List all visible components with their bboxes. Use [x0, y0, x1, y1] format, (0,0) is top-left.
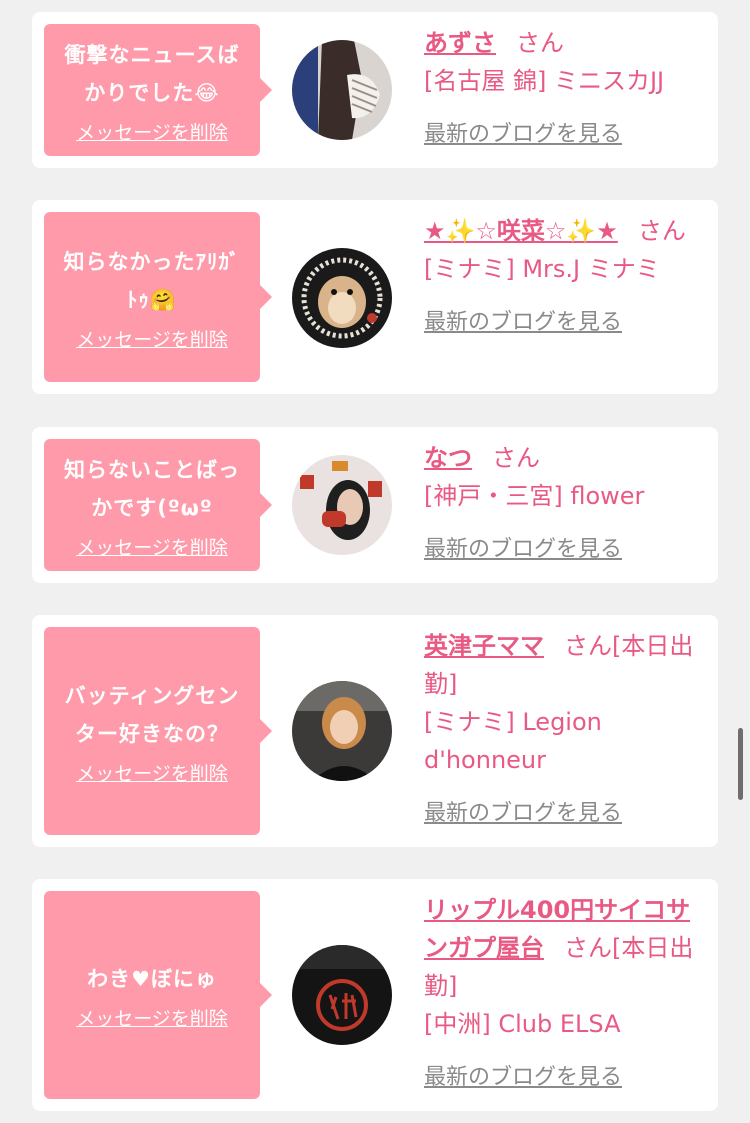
honorific: さん [564, 934, 612, 962]
avatar[interactable] [292, 248, 392, 348]
cast-info: あずさ さん [名古屋 錦] ミニスカJJ 最新のブログを見る [424, 24, 694, 154]
message-card: 知らないことばっ かです(ºωº メッセージを削除 なつ さん [神戸・三宮] fl… [32, 427, 718, 583]
cast-info: リップル400円サイコサンガプ屋台 さん[本日出勤] [中洲] Club ELSA… [424, 891, 694, 1097]
message-bubble: 衝撃なニュースば かりでした😂 メッセージを削除 [44, 24, 272, 156]
latest-blog-link[interactable]: 最新のブログを見る [424, 304, 694, 342]
cast-name-link[interactable]: ★✨☆咲菜☆✨★ [424, 217, 618, 245]
honorific: さん [492, 444, 540, 472]
delete-message-link[interactable]: メッセージを削除 [76, 118, 228, 145]
message-text: わき♥ぼにゅ [87, 966, 217, 991]
shop-area: [中洲] Club ELSA [424, 1010, 621, 1038]
woman-hiding-face-photo-icon [292, 40, 392, 140]
message-card: 知らなかったｱﾘｶﾞ ﾄｩ🤗 メッセージを削除 ★✨☆咲菜☆✨★ さん [ミナミ] … [32, 200, 718, 394]
delete-message-link[interactable]: メッセージを削除 [76, 759, 228, 786]
message-card: わき♥ぼにゅ メッセージを削除 リップル400円サイコサンガプ屋台 さん[本日出勤… [32, 879, 718, 1111]
message-bubble: バッティングセン ター好きなの？ メッセージを削除 [44, 627, 272, 835]
woman-with-mask-photo-icon [292, 455, 392, 555]
message-bubble: 知らないことばっ かです(ºωº メッセージを削除 [44, 439, 272, 571]
message-bubble: わき♥ぼにゅ メッセージを削除 [44, 891, 272, 1099]
scrollbar[interactable] [738, 728, 743, 800]
message-bubble: 知らなかったｱﾘｶﾞ ﾄｩ🤗 メッセージを削除 [44, 212, 272, 382]
latest-blog-link[interactable]: 最新のブログを見る [424, 531, 694, 569]
cast-name-link[interactable]: 英津子ママ [424, 632, 544, 660]
delete-message-link[interactable]: メッセージを削除 [76, 533, 228, 560]
cast-name-link[interactable]: あずさ [424, 29, 496, 57]
latest-blog-link[interactable]: 最新のブログを見る [424, 795, 694, 833]
message-text: バッティングセン ター好きなの？ [64, 683, 240, 746]
shop-area: [ミナミ] Mrs.J ミナミ [424, 255, 660, 283]
latest-blog-link[interactable]: 最新のブログを見る [424, 1059, 694, 1097]
avatar[interactable] [292, 455, 392, 555]
shop-area: [神戸・三宮] flower [424, 482, 645, 510]
cast-name-link[interactable]: なつ [424, 444, 472, 472]
avatar[interactable] [292, 945, 392, 1045]
avatar[interactable] [292, 681, 392, 781]
message-card: バッティングセン ター好きなの？ メッセージを削除 英津子ママ さん[本日出勤] [… [32, 615, 718, 847]
honorific: さん [516, 29, 564, 57]
cast-info: ★✨☆咲菜☆✨★ さん [ミナミ] Mrs.J ミナミ 最新のブログを見る [424, 212, 694, 342]
smiling-woman-photo-icon [292, 681, 392, 781]
message-card: 衝撃なニュースば かりでした😂 メッセージを削除 あずさ さん [名古屋 錦] ミニ… [32, 12, 718, 168]
secret-kanji-sign-photo-icon [292, 945, 392, 1045]
cast-info: なつ さん [神戸・三宮] flower 最新のブログを見る [424, 439, 694, 569]
shop-area: [名古屋 錦] ミニスカJJ [424, 67, 665, 95]
cast-info: 英津子ママ さん[本日出勤] [ミナミ] Legion d'honneur 最新の… [424, 627, 694, 833]
message-list: 衝撃なニュースば かりでした😂 メッセージを削除 あずさ さん [名古屋 錦] ミニ… [0, 0, 750, 1123]
hamster-photo-icon [292, 248, 392, 348]
message-text: 知らないことばっ かです(ºωº [64, 457, 240, 520]
message-text: 知らなかったｱﾘｶﾞ ﾄｩ🤗 [63, 249, 241, 312]
delete-message-link[interactable]: メッセージを削除 [76, 325, 228, 352]
delete-message-link[interactable]: メッセージを削除 [76, 1004, 228, 1031]
shop-area: [ミナミ] Legion d'honneur [424, 708, 602, 774]
honorific: さん [564, 632, 612, 660]
message-text: 衝撃なニュースば かりでした😂 [64, 42, 240, 105]
avatar[interactable] [292, 40, 392, 140]
honorific: さん [637, 217, 686, 245]
latest-blog-link[interactable]: 最新のブログを見る [424, 116, 694, 154]
